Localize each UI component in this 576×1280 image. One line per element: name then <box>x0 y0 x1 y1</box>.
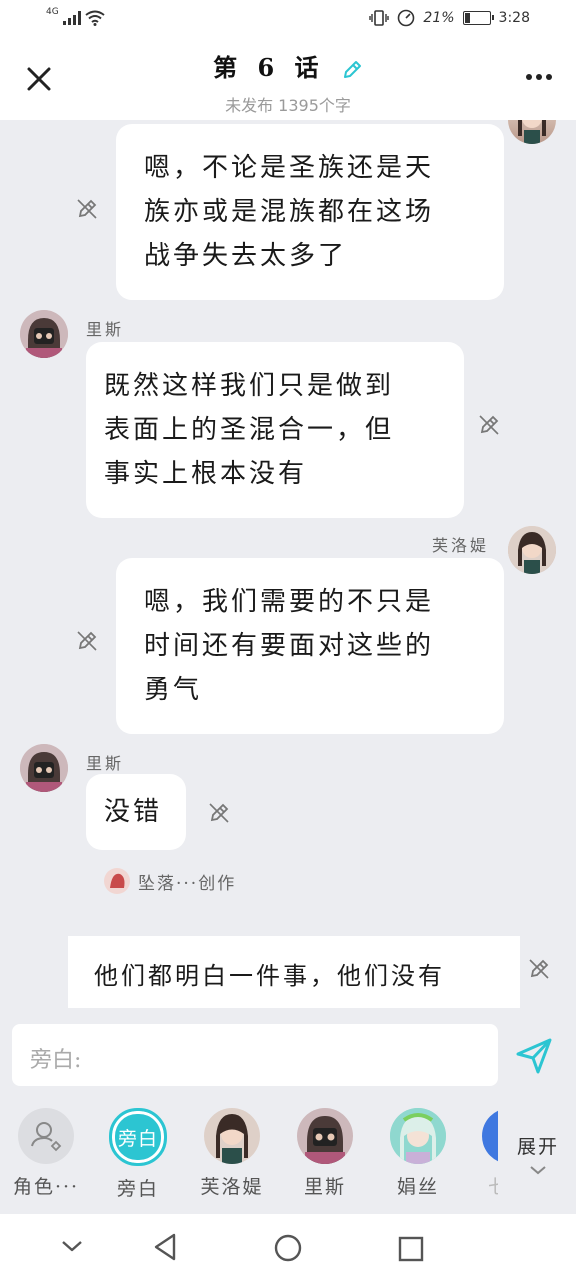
message-line: 战争失去太多了 <box>144 241 348 271</box>
chapter-title-text: 第 6 话 <box>213 53 325 82</box>
message-line: 表面上的圣混合一，但 <box>104 415 395 445</box>
send-icon[interactable] <box>514 1036 554 1076</box>
speaker-name: 芙洛媞 <box>432 536 490 555</box>
speaker-name: 里斯 <box>86 320 125 339</box>
role-fuluoti[interactable]: 芙洛媞 <box>192 1108 272 1199</box>
speaker-name: 里斯 <box>86 754 125 773</box>
message-line: 时间还有要面对这些的 <box>144 631 435 661</box>
edit-message-icon[interactable] <box>76 198 98 220</box>
avatar[interactable] <box>20 744 68 792</box>
hide-keyboard-icon[interactable] <box>60 1236 84 1256</box>
role-selector: 角色··· 旁白 旁白 芙洛媞 里斯 娟丝 七 展开 <box>0 1104 576 1214</box>
add-role-icon <box>31 1122 62 1152</box>
avatar <box>390 1108 446 1164</box>
narration-block[interactable]: 他们都明白一件事，他们没有 <box>68 936 520 1008</box>
role-partial[interactable]: 七 <box>470 1108 498 1199</box>
avatar[interactable] <box>508 120 556 144</box>
chevron-down-icon <box>530 1166 546 1175</box>
edit-message-icon[interactable] <box>478 414 500 436</box>
more-options-icon[interactable] <box>526 74 552 80</box>
author-tag-text: 坠落···创作 <box>138 873 237 894</box>
role-narrator[interactable]: 旁白 旁白 <box>98 1108 178 1201</box>
message-line: 没错 <box>104 797 163 827</box>
role-label: 娟丝 <box>396 1176 439 1198</box>
avatar <box>482 1108 498 1164</box>
role-label: 里斯 <box>303 1176 346 1198</box>
avatar <box>297 1108 353 1164</box>
chapter-title[interactable]: 第 6 话 <box>0 48 576 83</box>
message-line: 勇气 <box>144 675 203 705</box>
message-bubble[interactable]: 既然这样我们只是做到 表面上的圣混合一，但 事实上根本没有 <box>86 342 464 518</box>
edit-message-icon[interactable] <box>208 802 230 824</box>
network-type: 4G <box>46 7 59 17</box>
speedometer-icon <box>398 9 415 27</box>
battery-icon <box>462 11 494 25</box>
home-icon[interactable] <box>274 1234 302 1262</box>
back-icon[interactable] <box>152 1232 178 1262</box>
role-label: 旁白 <box>116 1178 159 1200</box>
status-left: 4G <box>46 7 105 26</box>
input-placeholder: 旁白: <box>30 1048 82 1073</box>
avatar[interactable] <box>20 310 68 358</box>
role-lisi[interactable]: 里斯 <box>285 1108 365 1199</box>
role-manage[interactable]: 角色··· <box>6 1108 86 1199</box>
message-bubble[interactable]: 嗯，不论是圣族还是天 族亦或是混族都在这场 战争失去太多了 <box>116 124 504 300</box>
avatar[interactable] <box>508 526 556 574</box>
role-label: 角色··· <box>12 1176 80 1198</box>
battery-percent: 21% <box>423 10 455 26</box>
message-line: 嗯，我们需要的不只是 <box>144 587 435 617</box>
role-label: 七 <box>470 1172 498 1199</box>
author-avatar <box>104 868 130 894</box>
vibrate-icon <box>369 10 390 26</box>
wifi-icon <box>85 10 105 26</box>
message-line: 事实上根本没有 <box>104 459 308 489</box>
author-tag[interactable]: 坠落···创作 <box>104 868 236 894</box>
input-bar: 旁白: <box>0 1008 576 1104</box>
avatar <box>204 1108 260 1164</box>
message-bubble[interactable]: 嗯，我们需要的不只是 时间还有要面对这些的 勇气 <box>116 558 504 734</box>
message-line: 族亦或是混族都在这场 <box>144 197 435 227</box>
role-label: 芙洛媞 <box>200 1176 264 1198</box>
role-juansi[interactable]: 娟丝 <box>378 1108 458 1199</box>
signal-icon <box>62 11 81 25</box>
status-bar: 4G 21% 3:28 <box>0 0 576 40</box>
narration-line: 他们都明白一件事，他们没有 <box>94 962 445 990</box>
editor-header: 第 6 话 未发布 1395个字 <box>0 40 576 120</box>
expand-label: 展开 <box>516 1136 559 1158</box>
status-right: 21% 3:28 <box>369 9 530 27</box>
message-line: 既然这样我们只是做到 <box>104 371 395 401</box>
message-bubble[interactable]: 没错 <box>86 774 186 850</box>
recents-icon[interactable] <box>398 1236 424 1262</box>
edit-message-icon[interactable] <box>76 630 98 652</box>
expand-button[interactable]: 展开 <box>506 1132 570 1181</box>
message-line: 嗯，不论是圣族还是天 <box>144 153 435 183</box>
clock: 3:28 <box>498 10 530 26</box>
chat-area: 嗯，不论是圣族还是天 族亦或是混族都在这场 战争失去太多了 里斯 既然这样我们只… <box>0 120 576 1008</box>
role-narrator-circle: 旁白 <box>109 1108 167 1166</box>
chapter-subtitle: 未发布 1395个字 <box>225 96 351 115</box>
system-nav-bar <box>0 1214 576 1280</box>
edit-pencil-icon[interactable] <box>341 59 363 81</box>
narration-input[interactable]: 旁白: <box>12 1024 498 1086</box>
edit-message-icon[interactable] <box>528 958 550 980</box>
role-narrator-text: 旁白 <box>117 1128 158 1150</box>
role-manage-circle <box>18 1108 74 1164</box>
